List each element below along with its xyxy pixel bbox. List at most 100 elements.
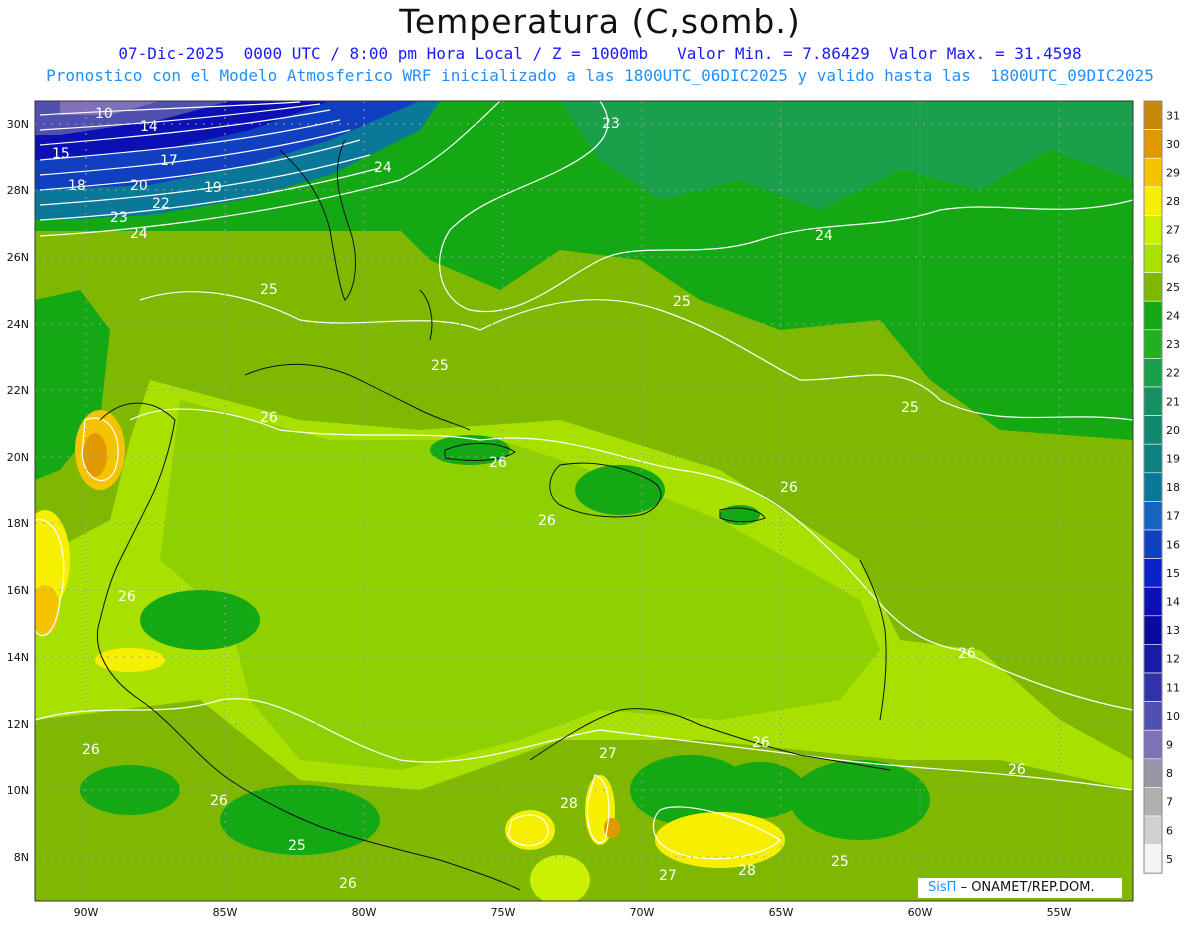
colorbar-swatch <box>1143 615 1163 645</box>
contour-label: 26 <box>1008 762 1026 778</box>
colorbar-swatch <box>1143 215 1163 245</box>
longitude-axis: 90W 85W 80W 75W 70W 65W 60W 55W <box>74 906 1072 919</box>
colorbar-swatch <box>1143 186 1163 216</box>
contour-label: 23 <box>602 116 620 132</box>
contour-label: 10 <box>95 106 113 122</box>
contour-label: 28 <box>560 796 578 812</box>
contour-label: 26 <box>958 646 976 662</box>
colorbar-swatch <box>1143 758 1163 788</box>
colorbar-swatch <box>1143 558 1163 588</box>
lat-label: 30N <box>7 118 29 131</box>
lon-label: 70W <box>630 906 655 919</box>
lon-label: 85W <box>213 906 238 919</box>
colorbar-label: 9 <box>1166 739 1173 752</box>
credit-box: SisΠ – ONAMET/REP.DOM. <box>918 878 1122 898</box>
colorbar-label: 20 <box>1166 424 1180 437</box>
colorbar-swatch <box>1143 157 1163 188</box>
lon-label: 55W <box>1047 906 1072 919</box>
contour-label: 26 <box>260 410 278 426</box>
colorbar-swatch <box>1143 787 1163 817</box>
colorbar-swatch <box>1143 729 1163 760</box>
colorbar-label: 8 <box>1166 767 1173 780</box>
color-scale-legend: 31 30 29 28 27 26 25 24 23 22 21 20 19 18 17 16 15 14 13 12… <box>1143 100 1180 874</box>
colorbar-swatch <box>1143 815 1163 845</box>
colorbar-label: 17 <box>1166 510 1180 523</box>
colorbar-label: 21 <box>1166 395 1180 408</box>
colorbar-swatch <box>1143 644 1163 674</box>
contour-label: 17 <box>160 153 178 169</box>
lon-label: 75W <box>491 906 516 919</box>
contour-label: 24 <box>815 228 833 244</box>
contour-label: 26 <box>489 455 507 471</box>
colorbar-label: 10 <box>1166 710 1180 723</box>
colorbar-label: 11 <box>1166 681 1180 694</box>
model-info-line: Pronostico con el Modelo Atmosferico WRF… <box>46 66 1154 85</box>
colorbar-swatch <box>1143 672 1163 702</box>
contour-label: 15 <box>52 146 70 162</box>
colorbar-label: 15 <box>1166 567 1180 580</box>
contour-label: 20 <box>130 178 148 194</box>
lat-label: 10N <box>7 784 29 797</box>
colorbar-swatch <box>1143 701 1163 731</box>
colorbar-swatch <box>1143 529 1163 559</box>
colorbar-swatch <box>1143 586 1163 617</box>
contour-label: 22 <box>152 196 170 212</box>
lat-label: 14N <box>7 651 29 664</box>
contour-label: 26 <box>210 793 228 809</box>
contour-label: 26 <box>752 735 770 751</box>
contour-label: 26 <box>780 480 798 496</box>
colorbar-label: 31 <box>1166 109 1180 122</box>
colorbar-swatch <box>1143 443 1163 474</box>
colorbar-swatch <box>1143 415 1163 445</box>
lon-label: 80W <box>352 906 377 919</box>
colorbar-swatch <box>1143 358 1163 388</box>
colorbar-swatch <box>1143 844 1163 874</box>
contour-label: 25 <box>431 358 449 374</box>
contour-label: 24 <box>374 160 392 176</box>
lat-label: 28N <box>7 184 29 197</box>
colorbar-swatch <box>1143 243 1163 273</box>
lat-label: 18N <box>7 517 29 530</box>
colorbar-swatch <box>1143 329 1163 359</box>
lat-label: 8N <box>14 851 29 864</box>
lat-label: 20N <box>7 451 29 464</box>
colorbar-label: 6 <box>1166 824 1173 837</box>
contour-label: 25 <box>901 400 919 416</box>
colorbar-label: 28 <box>1166 195 1180 208</box>
contour-label: 26 <box>82 742 100 758</box>
colorbar-label: 30 <box>1166 138 1180 151</box>
colorbar-label: 5 <box>1166 853 1173 866</box>
colorbar-label: 14 <box>1166 596 1180 609</box>
lon-label: 65W <box>769 906 794 919</box>
colorbar-swatch <box>1143 501 1163 531</box>
colorbar-swatch <box>1143 300 1163 331</box>
colorbar-label: 18 <box>1166 481 1180 494</box>
latitude-axis: 30N 28N 26N 24N 22N 20N 18N 16N 14N 12N … <box>7 118 29 864</box>
colorbar-label: 26 <box>1166 252 1180 265</box>
colorbar-swatch <box>1143 100 1163 130</box>
lon-label: 90W <box>74 906 99 919</box>
lat-label: 24N <box>7 318 29 331</box>
brand-logo: SisΠ <box>928 880 957 895</box>
contour-label: 26 <box>538 513 556 529</box>
contour-label: 25 <box>673 294 691 310</box>
contour-label: 26 <box>339 876 357 892</box>
forecast-time-line: 07-Dic-2025 0000 UTC / 8:00 pm Hora Loca… <box>118 44 1082 63</box>
credit-text: – ONAMET/REP.DOM. <box>960 880 1095 895</box>
colorbar-label: 29 <box>1166 167 1180 180</box>
contour-label: 19 <box>204 180 222 196</box>
contour-label: 25 <box>831 854 849 870</box>
colorbar-label: 24 <box>1166 310 1180 323</box>
colorbar-label: 7 <box>1166 796 1173 809</box>
contour-label: 27 <box>599 746 617 762</box>
contour-label: 18 <box>68 178 86 194</box>
contour-label: 24 <box>130 226 148 242</box>
colorbar-label: 13 <box>1166 624 1180 637</box>
lon-label: 60W <box>908 906 933 919</box>
colorbar-swatch <box>1143 472 1163 502</box>
colorbar-label: 19 <box>1166 453 1180 466</box>
weather-map: 10 14 15 17 18 20 19 22 23 24 25 26 27 2… <box>7 100 1180 919</box>
colorbar-label: 27 <box>1166 224 1180 237</box>
page-title: Temperatura (C,somb.) <box>399 2 801 41</box>
colorbar-swatch <box>1143 129 1163 159</box>
